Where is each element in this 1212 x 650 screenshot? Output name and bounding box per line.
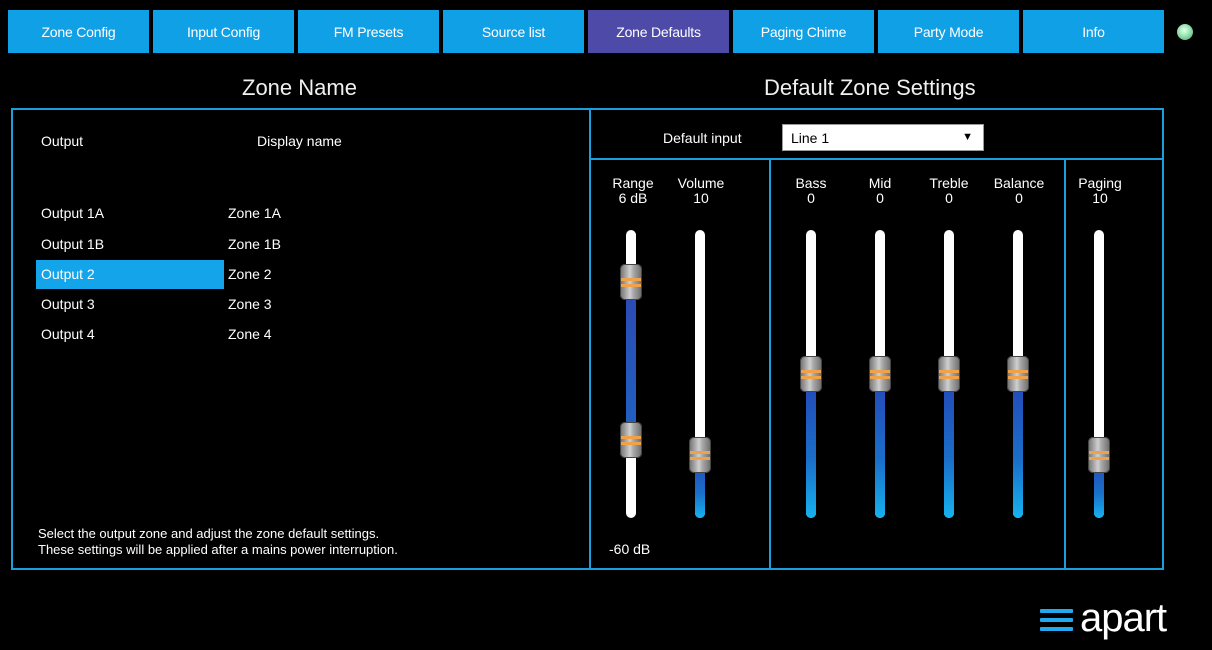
mid-slider-fill bbox=[875, 374, 885, 518]
tab-party-mode[interactable]: Party Mode bbox=[878, 10, 1019, 53]
output-label[interactable]: Output 1B bbox=[41, 236, 104, 252]
instruction-text: Select the output zone and adjust the zo… bbox=[38, 526, 398, 558]
instruction-line-2: These settings will be applied after a m… bbox=[38, 542, 398, 557]
tab-info[interactable]: Info bbox=[1023, 10, 1164, 53]
bass-name: Bass bbox=[795, 175, 827, 191]
volume-slider-thumb[interactable] bbox=[689, 436, 711, 473]
volume-name: Volume bbox=[677, 175, 725, 191]
tab-paging-chime[interactable]: Paging Chime bbox=[733, 10, 874, 53]
default-input-select[interactable]: Line 1 ▼ bbox=[782, 124, 984, 151]
bass-slider-fill bbox=[806, 374, 816, 518]
bass-slider-thumb[interactable] bbox=[800, 356, 822, 392]
mid-slider-label: Mid 0 bbox=[840, 176, 920, 206]
instruction-line-1: Select the output zone and adjust the zo… bbox=[38, 526, 380, 541]
bass-slider-label: Bass 0 bbox=[771, 176, 851, 206]
volume-value: 10 bbox=[693, 190, 709, 206]
mid-slider-thumb[interactable] bbox=[869, 356, 891, 392]
tab-source-list[interactable]: Source list bbox=[443, 10, 584, 53]
output-label-selected[interactable]: Output 2 bbox=[41, 266, 95, 282]
output-label[interactable]: Output 4 bbox=[41, 326, 95, 342]
treble-slider-fill bbox=[944, 374, 954, 518]
output-label[interactable]: Output 3 bbox=[41, 296, 95, 312]
balance-value: 0 bbox=[1015, 190, 1023, 206]
treble-slider-label: Treble 0 bbox=[909, 176, 989, 206]
balance-slider-thumb[interactable] bbox=[1007, 356, 1029, 392]
tab-input-config[interactable]: Input Config bbox=[153, 10, 294, 53]
column-header-display-name: Display name bbox=[257, 133, 342, 149]
zone-display-name[interactable]: Zone 4 bbox=[228, 326, 272, 342]
tab-zone-defaults[interactable]: Zone Defaults bbox=[588, 10, 729, 53]
mid-value: 0 bbox=[876, 190, 884, 206]
column-header-output: Output bbox=[41, 133, 84, 149]
settings-header-divider bbox=[591, 158, 1162, 160]
paging-name: Paging bbox=[1078, 175, 1122, 191]
tab-fm-presets[interactable]: FM Presets bbox=[298, 10, 439, 53]
zone-display-name[interactable]: Zone 3 bbox=[228, 296, 272, 312]
zone-name-title: Zone Name bbox=[242, 75, 357, 100]
treble-value: 0 bbox=[945, 190, 953, 206]
panel-divider bbox=[589, 110, 591, 568]
volume-slider-label: Volume 10 bbox=[661, 176, 741, 206]
default-input-label: Default input bbox=[663, 130, 742, 146]
settings-divider-1 bbox=[769, 160, 771, 568]
balance-name: Balance bbox=[993, 175, 1045, 191]
tab-bar: Zone Config Input Config FM Presets Sour… bbox=[8, 10, 1164, 53]
zone-display-name[interactable]: Zone 1B bbox=[228, 236, 281, 252]
output-label[interactable]: Output 1A bbox=[41, 205, 104, 221]
tab-zone-config[interactable]: Zone Config bbox=[8, 10, 149, 53]
paging-slider-label: Paging 10 bbox=[1060, 176, 1140, 206]
range-lower-thumb[interactable] bbox=[620, 422, 642, 459]
range-min-label: -60 dB bbox=[609, 541, 651, 557]
brand-logo-text: apart bbox=[1080, 596, 1167, 640]
paging-slider-thumb[interactable] bbox=[1088, 436, 1110, 473]
apart-logo-icon bbox=[1040, 609, 1073, 631]
range-slider-fill bbox=[626, 281, 636, 441]
treble-name: Treble bbox=[929, 175, 969, 191]
treble-slider-thumb[interactable] bbox=[938, 356, 960, 392]
mid-name: Mid bbox=[868, 175, 892, 191]
dropdown-arrow-icon: ▼ bbox=[962, 131, 973, 143]
default-input-value: Line 1 bbox=[791, 130, 830, 146]
status-led-icon bbox=[1177, 24, 1193, 40]
zone-display-name[interactable]: Zone 2 bbox=[228, 266, 272, 282]
bass-value: 0 bbox=[807, 190, 815, 206]
range-upper-thumb[interactable] bbox=[620, 263, 642, 300]
balance-slider-label: Balance 0 bbox=[979, 176, 1059, 206]
default-zone-settings-title: Default Zone Settings bbox=[764, 75, 976, 100]
paging-value: 10 bbox=[1092, 190, 1108, 206]
zone-display-name[interactable]: Zone 1A bbox=[228, 205, 281, 221]
settings-divider-2 bbox=[1064, 160, 1066, 568]
balance-slider-fill bbox=[1013, 374, 1023, 518]
